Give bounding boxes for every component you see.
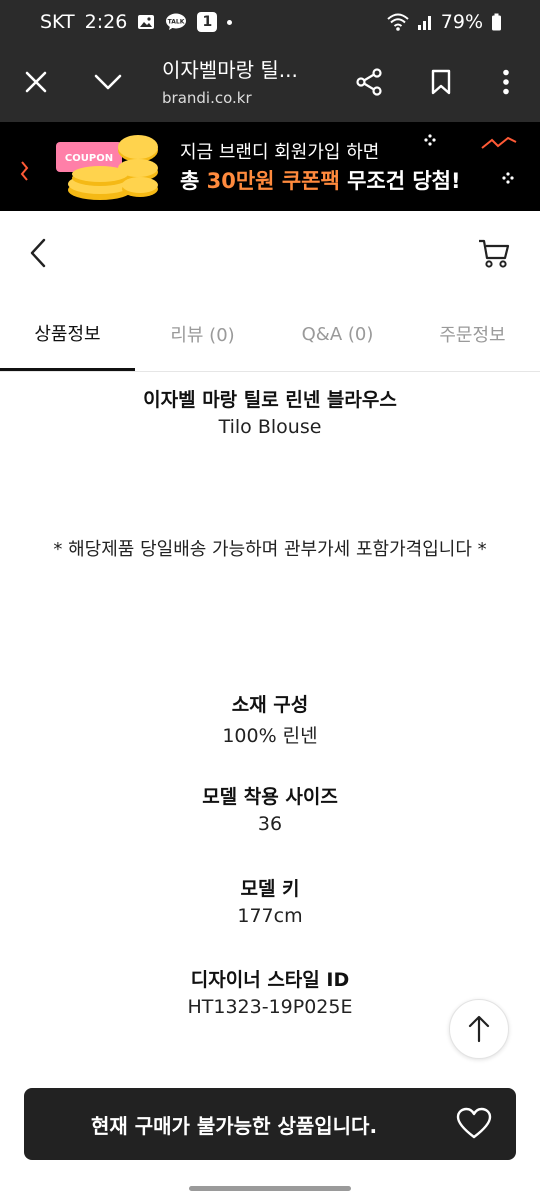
carrier-label: SKT [40, 11, 75, 33]
close-button[interactable] [16, 62, 56, 102]
chevron-left-icon [30, 238, 46, 268]
heart-icon[interactable] [456, 1106, 492, 1142]
arrow-up-icon [468, 1015, 490, 1043]
bookmark-button[interactable] [421, 62, 461, 102]
signup-promo-banner[interactable]: COUPON 지금 브랜디 회원가입 하면 총 30만원 쿠폰팩 무조건 당첨! [0, 122, 540, 211]
battery-icon [491, 13, 502, 31]
shipping-note: * 해당제품 당일배송 가능하며 관부가세 포함가격입니다 * [53, 539, 487, 560]
page-url: brandi.co.kr [162, 89, 252, 107]
chevron-down-icon [94, 74, 122, 90]
purchase-unavailable-label: 현재 구매가 불가능한 상품입니다. [90, 1114, 378, 1138]
more-options-button[interactable] [486, 62, 526, 102]
promo-line-2: 총 30만원 쿠폰팩 무조건 당첨! [180, 165, 461, 195]
product-name-en: Tilo Blouse [218, 416, 322, 438]
notification-count-badge: 1 [197, 12, 218, 32]
sparkle-decoration [424, 134, 517, 184]
page-title: 이자벨마랑 틸... [162, 58, 298, 82]
coupon-label: COUPON [65, 153, 113, 164]
browser-toolbar: 이자벨마랑 틸... brandi.co.kr [0, 44, 540, 122]
cart-button[interactable] [474, 233, 514, 273]
material-value: 100% 린넨 [222, 725, 318, 747]
more-vert-icon [503, 69, 509, 95]
app-header [0, 211, 540, 297]
promo-line-2-prefix: 총 [180, 169, 207, 193]
close-icon [25, 71, 47, 93]
signal-icon [417, 13, 433, 31]
battery-percent: 79% [440, 11, 483, 33]
bookmark-icon [431, 69, 451, 95]
clock: 2:26 [84, 11, 128, 33]
status-bar: SKT 2:26 TALK 1 79% [0, 0, 540, 44]
product-tabs: 상품정보 리뷰 (0) Q&A (0) 주문정보 [0, 297, 540, 372]
wifi-icon [387, 13, 409, 31]
model-size-label: 모델 착용 사이즈 [202, 786, 338, 808]
tab-reviews[interactable]: 리뷰 (0) [135, 297, 270, 371]
cart-icon [479, 239, 510, 268]
model-height-value: 177cm [237, 905, 303, 927]
scroll-top-button[interactable] [449, 999, 509, 1059]
promo-line-2-accent: 30만원 쿠폰팩 [206, 169, 340, 193]
product-name-ko: 이자벨 마랑 틸로 린넨 블라우스 [143, 389, 397, 411]
talk-icon: TALK [165, 13, 187, 31]
model-height-label: 모델 키 [240, 878, 300, 900]
model-size-value: 36 [257, 813, 283, 835]
share-icon [356, 68, 382, 96]
material-label: 소재 구성 [231, 694, 309, 716]
purchase-bar[interactable]: 현재 구매가 불가능한 상품입니다. [24, 1088, 516, 1160]
more-notifications-dot [227, 19, 233, 25]
coupon-coins-illustration: COUPON [20, 135, 158, 200]
back-button[interactable] [18, 233, 58, 273]
tab-product-info[interactable]: 상품정보 [0, 297, 135, 371]
gesture-handle[interactable] [189, 1186, 351, 1191]
gallery-icon [137, 14, 155, 30]
collapse-button[interactable] [88, 62, 128, 102]
svg-text:TALK: TALK [168, 19, 185, 26]
style-id-label: 디자이너 스타일 ID [190, 969, 350, 991]
promo-line-1: 지금 브랜디 회원가입 하면 [180, 142, 380, 163]
tab-qna[interactable]: Q&A (0) [270, 297, 405, 371]
share-button[interactable] [349, 62, 389, 102]
tab-order-info[interactable]: 주문정보 [405, 297, 540, 371]
